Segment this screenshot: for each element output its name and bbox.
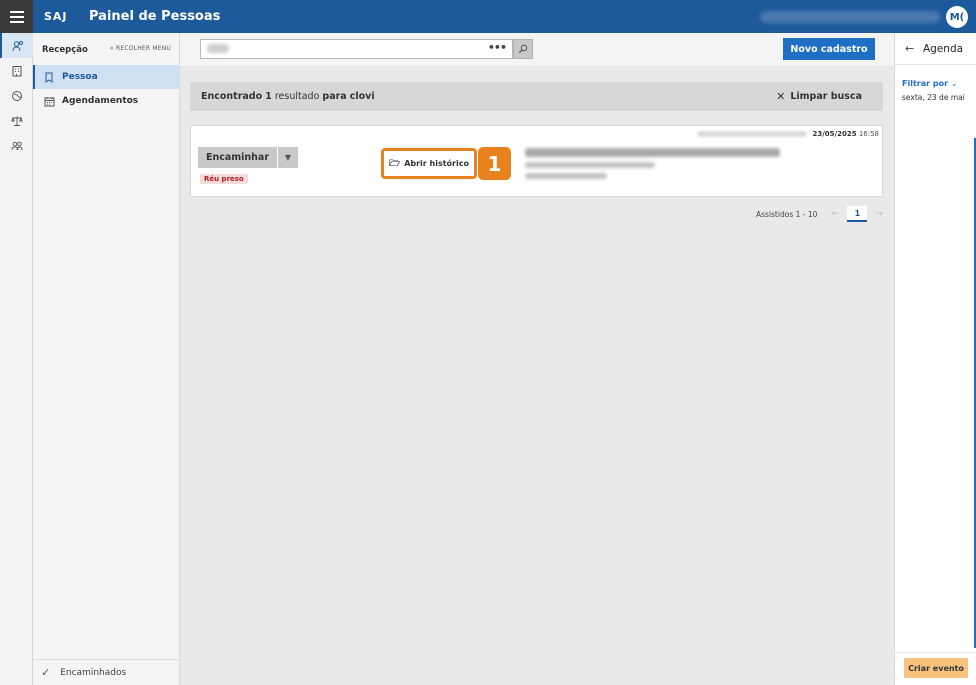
person-info-redacted — [525, 148, 780, 184]
building-icon — [12, 65, 21, 76]
rail-group[interactable] — [0, 133, 33, 158]
sidebar: Recepção « RECOLHER MENU Pessoa Agendame… — [33, 33, 180, 685]
meta-redacted — [697, 131, 808, 137]
create-event-button[interactable]: Criar evento — [904, 658, 968, 678]
avatar[interactable]: M( — [946, 6, 968, 28]
agenda-panel: ← Agenda Filtrar por ⌄ sexta, 23 de mai … — [894, 33, 976, 685]
filter-dropdown[interactable]: Filtrar por ⌄ — [902, 79, 958, 88]
card-meta: 23/05/2025 16:58 — [697, 130, 879, 138]
bookmark-icon — [43, 71, 55, 83]
results-for-word: para — [322, 91, 347, 102]
agenda-header: ← Agenda — [895, 33, 976, 65]
agenda-date: sexta, 23 de mai — [902, 93, 965, 102]
search-value-redacted — [207, 44, 229, 53]
brand-logo: SAJ — [44, 10, 68, 23]
rail-people-search[interactable] — [0, 33, 33, 58]
status-badge: Réu preso — [200, 174, 248, 184]
clear-search-button[interactable]: ✕ Limpar busca — [776, 90, 862, 103]
card-time: 16:58 — [858, 130, 879, 138]
chevron-down-icon: ⌄ — [950, 79, 958, 88]
checkmark-icon: ✓ — [41, 666, 51, 679]
pagination: Assistidos 1 - 10 ← 1 → — [756, 206, 889, 222]
chevron-down-icon[interactable]: ▼ — [278, 147, 298, 168]
page-title: Painel de Pessoas — [89, 9, 221, 24]
filter-label: Filtrar por — [902, 79, 949, 88]
globe-icon — [11, 90, 22, 101]
results-prefix: Encontrado — [201, 91, 263, 102]
top-bar: SAJ Painel de Pessoas M( — [0, 0, 976, 33]
card-date: 23/05/2025 — [812, 130, 857, 138]
open-history-button[interactable]: 🗁 Abrir histórico — [381, 148, 477, 179]
rail-building[interactable] — [0, 58, 33, 83]
agenda-footer: Criar evento — [895, 652, 976, 685]
rail-globe[interactable] — [0, 83, 33, 108]
module-rail — [0, 33, 33, 685]
search-icon — [518, 44, 528, 54]
new-registration-button[interactable]: Novo cadastro — [783, 38, 875, 60]
forward-button[interactable]: Encaminhar — [198, 147, 277, 168]
folder-icon: 🗁 — [389, 158, 401, 169]
results-count: 1 — [265, 91, 272, 102]
sidebar-title: Recepção — [42, 45, 88, 55]
results-summary: Encontrado 1 resultado para clovi ✕ Limp… — [190, 82, 883, 111]
pagination-label: Assistidos 1 - 10 — [756, 209, 818, 219]
collapse-menu-button[interactable]: « RECOLHER MENU — [110, 45, 171, 52]
sidebar-item-label: Pessoa — [62, 72, 98, 82]
result-card: 23/05/2025 16:58 Encaminhar ▼ Réu preso … — [190, 125, 883, 197]
sidebar-footer-label: Encaminhados — [60, 667, 127, 678]
results-query: clovi — [349, 91, 375, 102]
more-options-icon[interactable]: ••• — [488, 41, 507, 54]
sidebar-item-agendamentos[interactable]: Agendamentos — [33, 89, 179, 113]
arrow-left-icon[interactable]: ← — [905, 42, 914, 55]
clear-search-label: Limpar busca — [790, 91, 862, 102]
group-icon — [11, 141, 22, 150]
agenda-title: Agenda — [923, 43, 964, 55]
user-info-redacted — [760, 11, 940, 23]
search-bar: ••• Novo cadastro — [180, 33, 894, 66]
next-page-icon[interactable]: → — [869, 206, 889, 222]
search-button[interactable] — [513, 39, 533, 59]
prev-page-icon[interactable]: ← — [825, 206, 845, 222]
sidebar-header: Recepção « RECOLHER MENU — [33, 33, 179, 65]
results-text: Encontrado 1 resultado para clovi — [201, 91, 375, 102]
sidebar-item-label: Agendamentos — [62, 96, 139, 106]
open-history-label: Abrir histórico — [404, 159, 469, 168]
results-middle: resultado — [274, 91, 320, 102]
step-marker: 1 — [478, 147, 511, 180]
main-content: ••• Novo cadastro Encontrado 1 resultado… — [180, 33, 894, 685]
scale-icon — [10, 116, 23, 126]
rail-scale[interactable] — [0, 108, 33, 133]
sidebar-item-pessoa[interactable]: Pessoa — [33, 65, 179, 89]
calendar-icon — [43, 95, 55, 107]
sidebar-item-encaminhados[interactable]: ✓ Encaminhados — [33, 659, 180, 685]
page-number[interactable]: 1 — [847, 206, 868, 222]
search-input[interactable]: ••• — [200, 39, 513, 59]
people-search-icon — [12, 40, 23, 51]
close-icon: ✕ — [776, 90, 786, 103]
hamburger-menu-icon[interactable] — [0, 0, 33, 33]
